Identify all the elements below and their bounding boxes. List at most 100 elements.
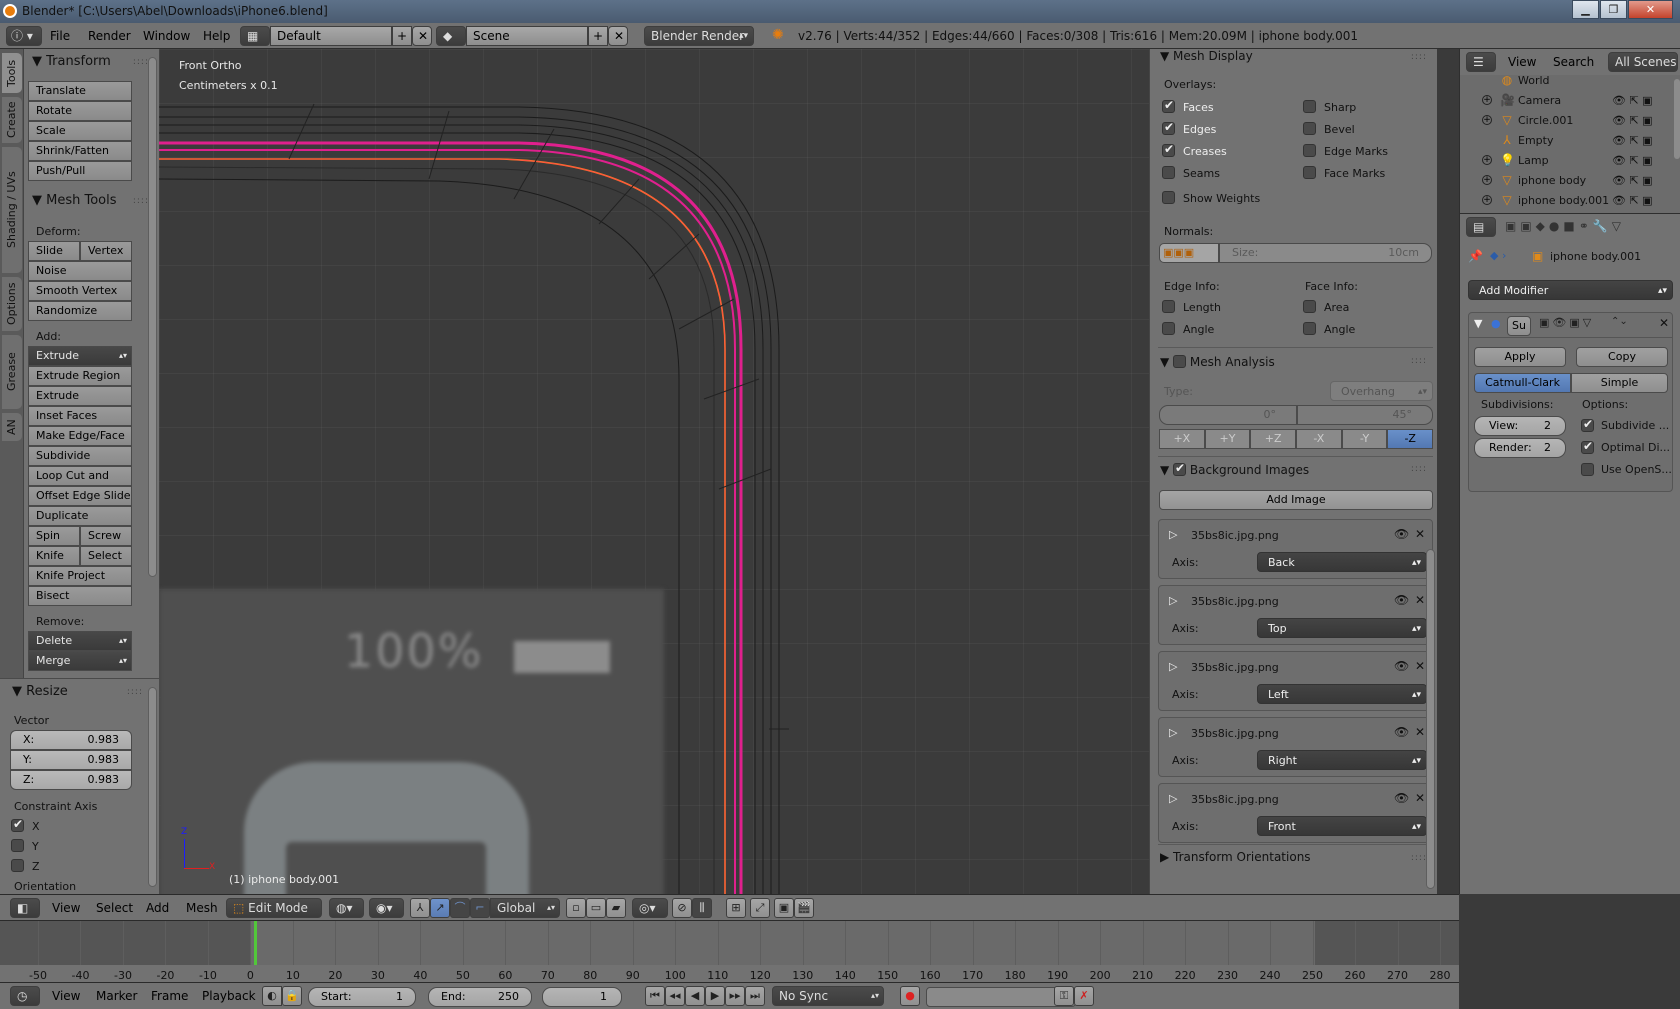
vertex-select-icon[interactable]: ▫ xyxy=(566,898,586,918)
simple-option[interactable]: Simple xyxy=(1571,373,1668,393)
expand-image-icon[interactable]: ▷ xyxy=(1169,660,1177,673)
eye-icon[interactable]: 👁 xyxy=(1394,659,1409,673)
catmull-clark-option[interactable]: Catmull-Clark xyxy=(1474,373,1571,393)
scene-icon[interactable]: ◆ xyxy=(436,26,466,46)
vector-z-field[interactable]: Z: 0.983 xyxy=(10,770,132,790)
add-image-button[interactable]: Add Image xyxy=(1159,490,1433,510)
tab-grease-pencil[interactable]: Grease Pencil xyxy=(2,335,38,409)
menu-help[interactable]: Help xyxy=(203,29,230,43)
resize-panel-scrollbar[interactable] xyxy=(148,687,157,887)
rotate-manipulator-icon[interactable]: ⌒ xyxy=(450,898,470,918)
tab-create[interactable]: Create xyxy=(2,97,22,143)
screw-button[interactable]: Screw xyxy=(80,526,132,546)
next-keyframe-icon[interactable]: ▸▸ xyxy=(725,986,745,1006)
outliner-item[interactable]: + 💡 Lamp 👁 ⇱ ▣ xyxy=(1460,151,1674,171)
menu-file[interactable]: File xyxy=(50,29,70,43)
mesh-tools-panel-header[interactable]: ▼ Mesh Tools xyxy=(32,193,117,208)
show-weights-checkbox[interactable] xyxy=(1162,191,1175,204)
translate-button[interactable]: Translate xyxy=(28,81,132,101)
slide-edge-button[interactable]: Slide Ed xyxy=(28,241,80,275)
analysis-min-field[interactable]: 0° xyxy=(1159,405,1297,425)
render-animation-icon[interactable]: 🎬 xyxy=(794,898,814,918)
editor-type-outliner-icon[interactable]: ☰ xyxy=(1466,52,1496,72)
loop-cut-slide-button[interactable]: Loop Cut and Slide xyxy=(28,466,132,500)
tab-shading-uvs[interactable]: Shading / UVs xyxy=(2,147,22,273)
add-scene-icon[interactable]: + xyxy=(588,26,608,46)
noise-button[interactable]: Noise xyxy=(28,261,132,281)
analysis-type-dropdown[interactable]: Overhang ▴▾ xyxy=(1330,381,1433,401)
expand-icon[interactable]: + xyxy=(1482,115,1492,125)
outliner-item[interactable]: + ▽ iphone body.001 👁 ⇱ ▣ xyxy=(1460,191,1674,211)
edge-select-icon[interactable]: ▭ xyxy=(586,898,606,918)
mesh-analysis-checkbox[interactable] xyxy=(1173,355,1187,368)
overlay-bevel-checkbox[interactable] xyxy=(1303,122,1316,135)
view3d-menu-select[interactable]: Select xyxy=(96,901,133,915)
scene-field[interactable]: Scene xyxy=(466,26,588,46)
edge-length-checkbox[interactable] xyxy=(1162,300,1175,313)
tab-options[interactable]: Options xyxy=(2,277,22,331)
constraint-z-checkbox[interactable] xyxy=(11,859,24,872)
view3d-menu-view[interactable]: View xyxy=(52,901,80,915)
subdiv-view-field[interactable]: View: 2 xyxy=(1474,416,1566,436)
menu-render[interactable]: Render xyxy=(88,29,131,43)
face-angle-checkbox[interactable] xyxy=(1303,322,1316,335)
overlay-seams-checkbox[interactable] xyxy=(1162,166,1175,179)
push-pull-button[interactable]: Push/Pull xyxy=(28,161,132,181)
subdivide-button[interactable]: Subdivide xyxy=(28,446,132,466)
transform-orientation-dropdown[interactable]: Global ▴▾ xyxy=(490,898,560,918)
expand-icon[interactable]: + xyxy=(1482,175,1492,185)
bisect-button[interactable]: Bisect xyxy=(28,586,132,606)
panel-grip-icon[interactable]: :::: xyxy=(133,196,149,206)
remove-layout-icon[interactable]: ✕ xyxy=(412,26,432,46)
sync-mode-dropdown[interactable]: No Sync ▴▾ xyxy=(772,986,884,1006)
expand-image-icon[interactable]: ▷ xyxy=(1169,792,1177,805)
modifier-visibility-toggles[interactable]: ▣👁▣▽ xyxy=(1539,316,1594,329)
randomize-button[interactable]: Randomize xyxy=(28,301,132,321)
current-frame-field[interactable]: 1 xyxy=(542,987,622,1007)
remove-image-icon[interactable]: ✕ xyxy=(1415,659,1425,673)
outliner-item[interactable]: + ▽ iphone body 👁 ⇱ ▣ xyxy=(1460,171,1674,191)
smooth-vertex-button[interactable]: Smooth Vertex xyxy=(28,281,132,301)
overlay-face-marks-checkbox[interactable] xyxy=(1303,166,1316,179)
analysis-axis-neg-x[interactable]: -X xyxy=(1296,429,1342,449)
add-modifier-dropdown[interactable]: Add Modifier ▴▾ xyxy=(1468,280,1673,300)
outliner-filter-dropdown[interactable]: All Scenes xyxy=(1608,52,1678,72)
remove-image-icon[interactable]: ✕ xyxy=(1415,791,1425,805)
insert-keyframe-icon[interactable]: ⚿ xyxy=(1054,986,1074,1006)
timeline-menu-view[interactable]: View xyxy=(52,989,80,1003)
image-axis-dropdown[interactable]: Right ▴▾ xyxy=(1257,750,1427,770)
visibility-icons[interactable]: 👁 ⇱ ▣ xyxy=(1612,114,1653,127)
edge-angle-checkbox[interactable] xyxy=(1162,322,1175,335)
record-keyframe-icon[interactable]: ● xyxy=(900,986,920,1006)
editor-type-timeline-icon[interactable]: ◷ xyxy=(10,986,40,1006)
eye-icon[interactable]: 👁 xyxy=(1394,527,1409,541)
end-frame-field[interactable]: End: 250 xyxy=(428,987,532,1007)
context-tabs-icons[interactable]: ▣▣◆●■⚭🔧▽ xyxy=(1505,219,1625,233)
render-opengl-icon[interactable]: ▣ xyxy=(774,898,794,918)
panel-grip-icon[interactable]: :::: xyxy=(1411,464,1427,474)
apply-modifier-button[interactable]: Apply xyxy=(1474,347,1566,367)
outliner-item[interactable]: + ▽ Circle.001 👁 ⇱ ▣ xyxy=(1460,111,1674,131)
editor-type-3dview-icon[interactable]: ◧ xyxy=(10,898,40,918)
transform-orientations-header[interactable]: ▶ Transform Orientations xyxy=(1160,850,1311,864)
image-axis-dropdown[interactable]: Front ▴▾ xyxy=(1257,816,1427,836)
overlay-sharp-checkbox[interactable] xyxy=(1303,100,1316,113)
image-axis-dropdown[interactable]: Top ▴▾ xyxy=(1257,618,1427,638)
normals-size-field[interactable]: Size: 10cm xyxy=(1219,243,1432,263)
offset-edge-slide-button[interactable]: Offset Edge Slide xyxy=(28,486,132,506)
timeline-menu-frame[interactable]: Frame xyxy=(151,989,188,1003)
extrude-individual-button[interactable]: Extrude Individual xyxy=(28,386,132,420)
panel-grip-icon[interactable]: :::: xyxy=(133,57,149,67)
transform-panel-header[interactable]: ▼ Transform xyxy=(32,54,111,69)
panel-grip-icon[interactable]: :::: xyxy=(127,687,143,697)
delete-dropdown[interactable]: Delete ▴▾ xyxy=(28,631,132,651)
expand-image-icon[interactable]: ▷ xyxy=(1169,528,1177,541)
overlay-faces-checkbox[interactable] xyxy=(1162,98,1175,113)
mode-dropdown[interactable]: ⬚ Edit Mode xyxy=(226,898,322,918)
outliner-item[interactable]: ⅄ Empty 👁 ⇱ ▣ xyxy=(1460,131,1674,151)
eye-icon[interactable]: 👁 xyxy=(1394,593,1409,607)
constraint-y-checkbox[interactable] xyxy=(11,839,24,852)
extrude-region-button[interactable]: Extrude Region xyxy=(28,366,132,386)
mesh-analysis-header[interactable]: ▼ Mesh Analysis xyxy=(1160,353,1275,369)
overlay-edge-marks-checkbox[interactable] xyxy=(1303,144,1316,157)
